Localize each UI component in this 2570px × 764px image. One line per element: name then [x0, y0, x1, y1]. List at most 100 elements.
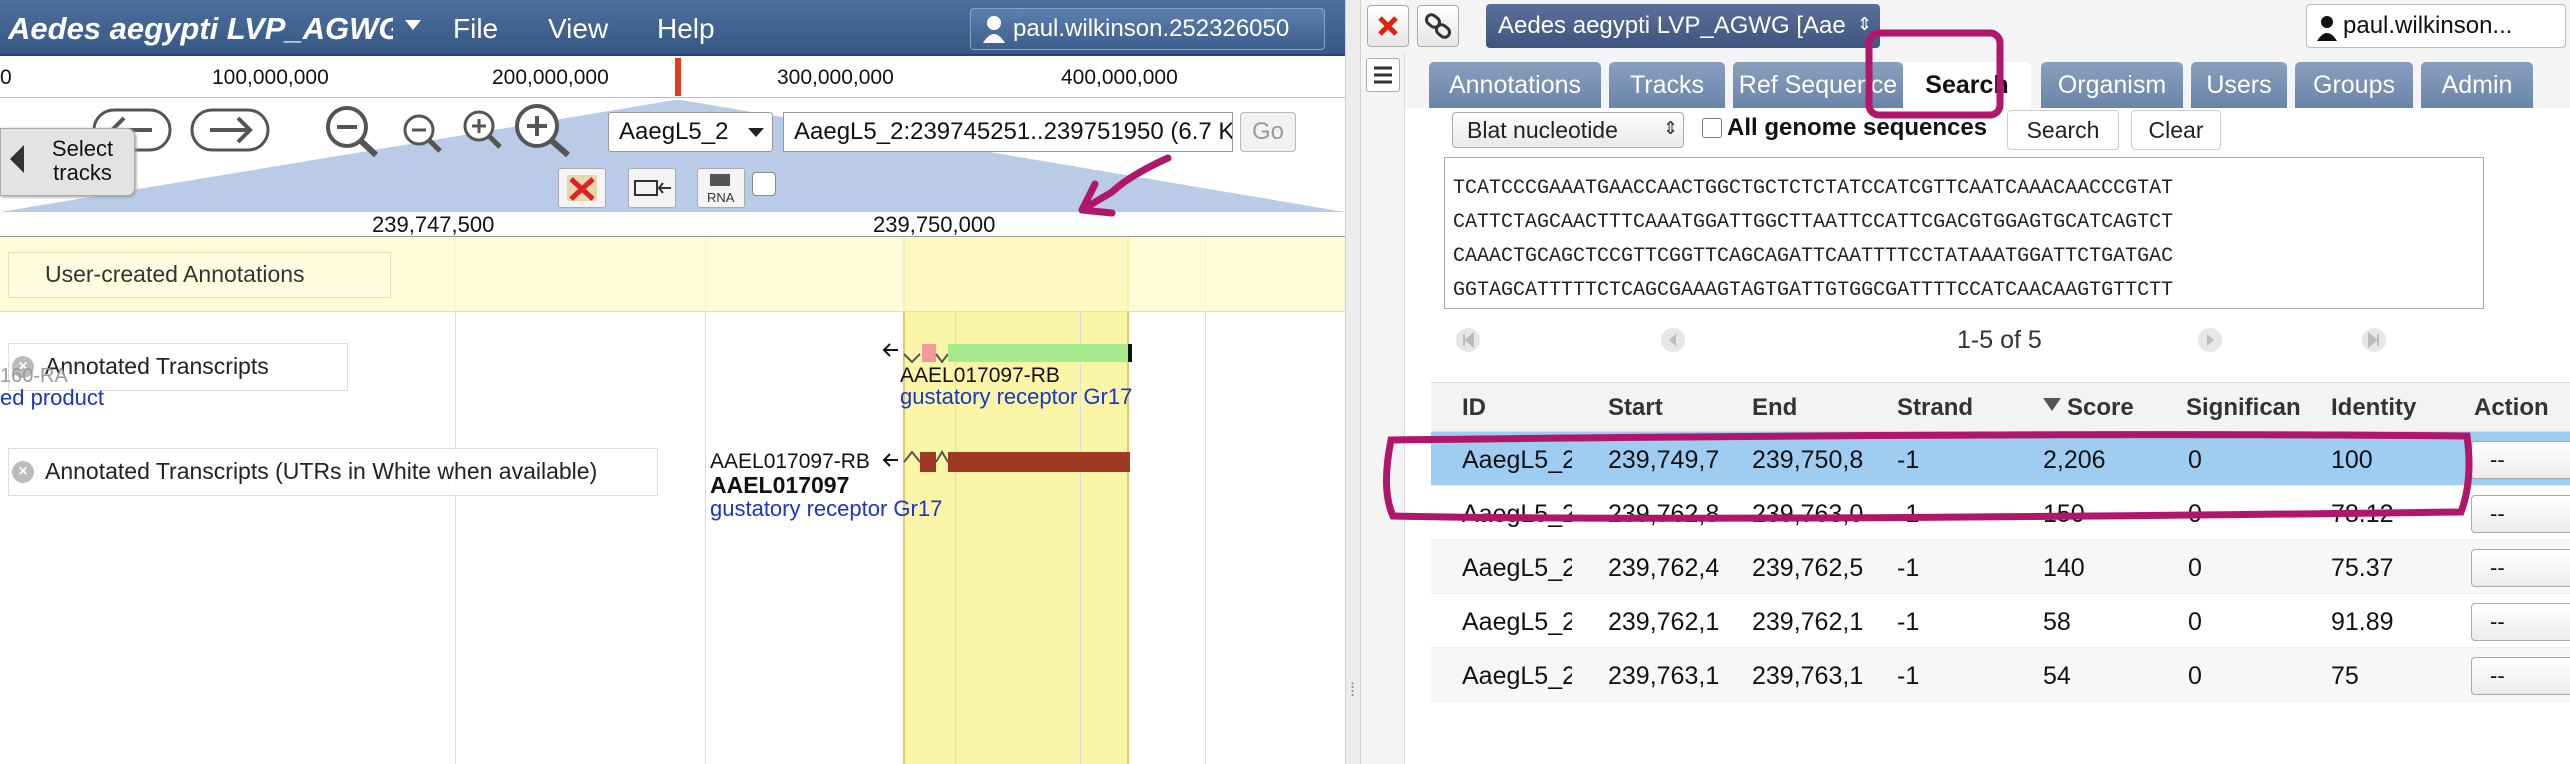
close-panel-button[interactable] — [1367, 5, 1409, 47]
tab-groups[interactable]: Groups — [2295, 62, 2413, 108]
pan-right-button[interactable] — [190, 108, 270, 152]
user-menu-button[interactable]: paul.wilkinson... — [2306, 4, 2566, 48]
overview-tick: 200,000,000 — [492, 66, 609, 89]
feature-description: ed product — [0, 385, 104, 410]
transcript-feature-utr[interactable] — [880, 448, 1135, 474]
sequence-line: CAAACTGCAGCTCCGTTCGGTTCAGCAGATTCAATTTTCC… — [1453, 245, 2174, 268]
all-genome-checkbox[interactable] — [1702, 118, 1722, 138]
cell-end: 239,762,1 — [1752, 608, 1864, 636]
cell-strand: -1 — [1897, 554, 1920, 582]
cell-end: 239,762,5 — [1752, 554, 1864, 582]
scale-tick: 239,747,500 — [372, 212, 495, 237]
go-button[interactable]: Go — [1240, 112, 1296, 152]
cell-significance: 0 — [2188, 662, 2202, 690]
cell-id: AaegL5_2 — [1462, 662, 1572, 690]
show-checkbox[interactable] — [752, 172, 776, 196]
chevron-updown-icon: ⇕ — [1663, 118, 1679, 138]
tab-admin[interactable]: Admin — [2421, 62, 2533, 108]
cell-score: 58 — [2043, 608, 2071, 636]
zoom-out-big-icon[interactable] — [322, 104, 382, 158]
tab-tracks[interactable]: Tracks — [1609, 62, 1725, 108]
cell-score: 150 — [2043, 500, 2085, 528]
column-end[interactable]: End — [1752, 394, 1797, 422]
row-action-select[interactable]: -- — [2471, 657, 2570, 695]
tab-users[interactable]: Users — [2191, 62, 2287, 108]
cell-identity: 91.89 — [2331, 608, 2394, 636]
cell-id: AaegL5_2 — [1462, 608, 1572, 636]
menu-file[interactable]: File — [453, 13, 498, 45]
menu-view[interactable]: View — [548, 13, 608, 45]
location-marker[interactable] — [675, 58, 681, 96]
tab-organism[interactable]: Organism — [2041, 62, 2183, 108]
row-action-select[interactable]: -- — [2471, 441, 2570, 479]
track-label-annotated-transcripts-utr[interactable]: Annotated Transcripts (UTRs in White whe… — [8, 448, 658, 496]
column-identity[interactable]: Identity — [2331, 394, 2416, 422]
column-id[interactable]: ID — [1462, 394, 1486, 422]
detail-ruler — [0, 215, 1345, 237]
next-page-icon[interactable] — [2198, 328, 2222, 352]
cell-end: 239,763,0 — [1752, 500, 1864, 528]
feature-description: gustatory receptor Gr17 — [900, 384, 1133, 409]
prev-page-icon[interactable] — [1661, 328, 1685, 352]
zoom-in-big-icon[interactable] — [512, 102, 574, 158]
cell-identity: 75.37 — [2331, 554, 2394, 582]
feature-description: gustatory receptor Gr17 — [710, 496, 943, 521]
search-method-select[interactable]: Blat nucleotide — [1452, 112, 1684, 148]
gene-label: AAEL017097 — [710, 472, 850, 498]
chevron-down-icon[interactable] — [748, 128, 764, 137]
highlight-region-icon[interactable] — [628, 168, 676, 208]
search-button[interactable]: Search — [2007, 110, 2119, 150]
row-action-select[interactable]: -- — [2471, 549, 2570, 587]
user-icon — [2317, 13, 2337, 41]
menu-help[interactable]: Help — [657, 13, 715, 45]
rna-seq-icon[interactable]: RNA — [697, 168, 745, 208]
column-score[interactable]: Score — [2067, 394, 2134, 422]
panel-splitter[interactable]: ⁞ — [1345, 0, 1361, 764]
first-page-icon[interactable] — [1456, 328, 1480, 352]
tab-search[interactable]: Search — [1903, 62, 2031, 108]
list-icon[interactable] — [1366, 58, 1400, 92]
grid-line — [955, 237, 956, 764]
all-genome-label: All genome sequences — [1727, 114, 1988, 141]
user-name: paul.wilkinson.252326050 — [1013, 15, 1290, 42]
cell-score: 2,206 — [2043, 446, 2106, 474]
cell-significance: 0 — [2188, 446, 2202, 474]
chevron-updown-icon: ⇕ — [1857, 14, 1873, 34]
cell-end: 239,750,8 — [1752, 446, 1864, 474]
row-action-select[interactable]: -- — [2471, 603, 2570, 641]
column-strand[interactable]: Strand — [1897, 394, 1973, 422]
sequence-line: GGTAGCATTTTTCTCAGCGAAAGTAGTGATTGTGGCGATT… — [1453, 279, 2174, 302]
tab-ref-sequence[interactable]: Ref Sequence — [1733, 62, 1903, 108]
close-icon[interactable]: × — [12, 461, 34, 483]
column-start[interactable]: Start — [1608, 394, 1663, 422]
track-label-text: Annotated Transcripts — [45, 353, 269, 379]
cell-start: 239,762,1 — [1608, 608, 1720, 636]
last-page-icon[interactable] — [2362, 328, 2386, 352]
chevron-down-icon[interactable] — [405, 20, 421, 30]
user-menu-button[interactable]: paul.wilkinson.252326050 — [970, 8, 1325, 50]
grid-line — [1080, 237, 1081, 764]
user-name: paul.wilkinson... — [2343, 12, 2513, 39]
organism-title[interactable]: Aedes aegypti LVP_AGWG [ — [8, 11, 393, 47]
cell-significance: 0 — [2188, 500, 2202, 528]
cell-start: 239,762,8 — [1608, 500, 1720, 528]
chevron-left-icon[interactable] — [10, 145, 24, 173]
column-significance[interactable]: Significan — [2186, 394, 2314, 422]
clear-button[interactable]: Clear — [2131, 110, 2221, 150]
delete-icon[interactable] — [558, 168, 606, 208]
sort-desc-icon[interactable] — [2043, 398, 2061, 411]
row-action-select[interactable]: -- — [2471, 495, 2570, 533]
zoom-in-icon[interactable] — [460, 108, 506, 152]
grid-line — [455, 237, 456, 764]
sequence-textarea[interactable]: TCATCCCGAAATGAACCAACTGGCTGCTCTCTATCCATCG… — [1444, 157, 2484, 309]
overview-tick: 100,000,000 — [212, 66, 329, 89]
overview-tick: 400,000,000 — [1061, 66, 1178, 89]
sequence-line: CATTCTAGCAACTTTCAAATGGATTGGCTTAATTCCATTC… — [1453, 211, 2174, 234]
location-input[interactable]: AaegL5_2:239745251..239751950 (6.7 K — [783, 112, 1233, 152]
tab-annotations[interactable]: Annotations — [1429, 62, 1601, 108]
cell-strand: -1 — [1897, 500, 1920, 528]
link-icon[interactable] — [1417, 5, 1459, 47]
zoom-out-icon[interactable] — [400, 112, 446, 156]
genome-browser: Aedes aegypti LVP_AGWG [ File View Help … — [0, 0, 1345, 764]
organism-select[interactable]: Aedes aegypti LVP_AGWG [Aae — [1486, 4, 1880, 48]
